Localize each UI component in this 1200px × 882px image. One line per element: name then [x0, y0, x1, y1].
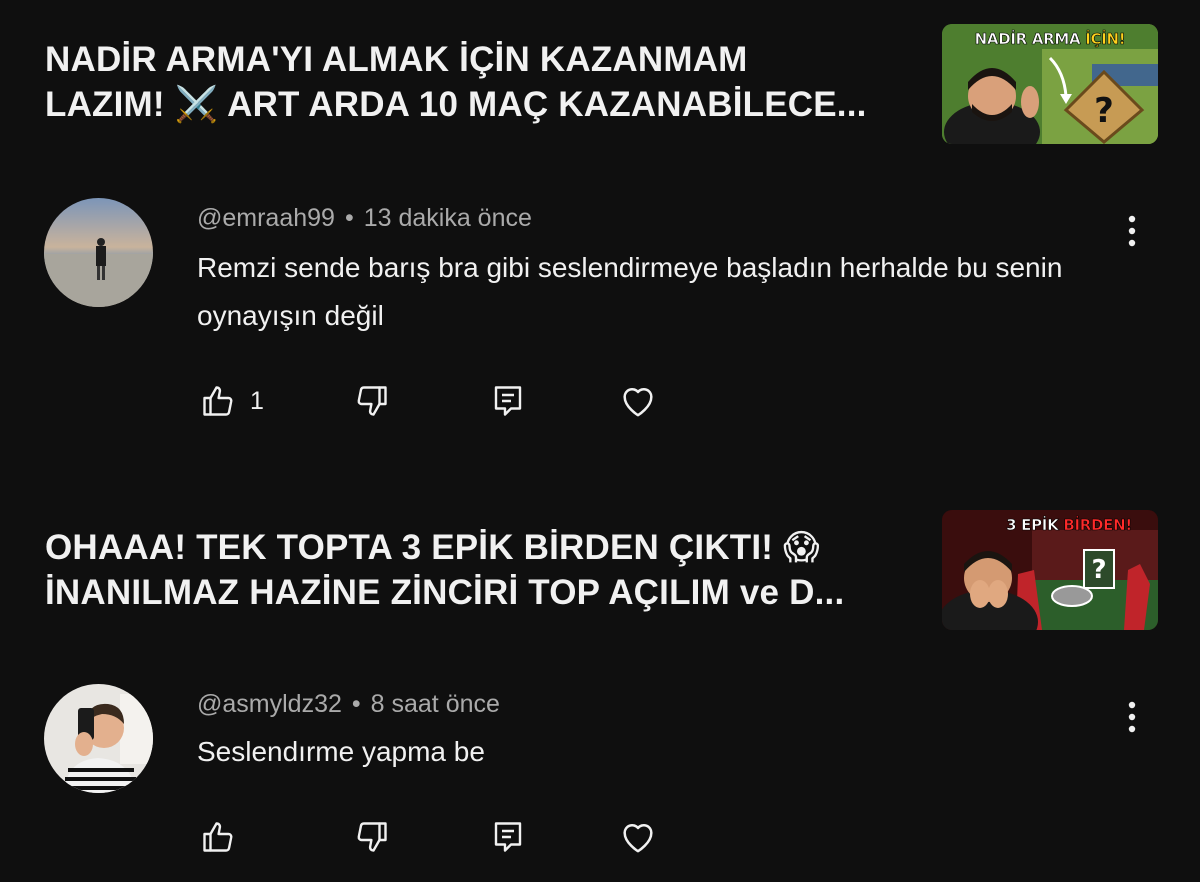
thumb-up-icon: [203, 386, 233, 416]
meta-separator: •: [351, 690, 361, 718]
comment-author[interactable]: @emraah99: [197, 204, 335, 232]
heart-button[interactable]: [616, 815, 660, 859]
like-count: 1: [250, 387, 264, 415]
comment-meta: @asmyldz32 • 8 saat önce: [197, 690, 500, 719]
heart-icon: [623, 823, 653, 853]
dislike-button[interactable]: [350, 815, 394, 859]
more-options-button[interactable]: [1116, 211, 1148, 251]
comment-time[interactable]: 8 saat önce: [371, 690, 500, 718]
thumbnail-caption-white: 3 EPİK: [1006, 516, 1059, 535]
reply-button[interactable]: [486, 815, 530, 859]
comment-time[interactable]: 13 dakika önce: [364, 204, 532, 232]
avatar-image: [44, 198, 153, 307]
avatar[interactable]: [44, 684, 153, 793]
reply-icon: [494, 386, 522, 416]
avatar[interactable]: [44, 198, 153, 307]
reply-icon: [494, 822, 522, 852]
avatar-image: [44, 684, 153, 793]
thumb-down-icon: [357, 386, 387, 416]
reply-button[interactable]: [486, 379, 530, 423]
more-vert-icon: [1128, 701, 1136, 733]
comment-text: Seslendırme yapma be: [197, 736, 485, 767]
comment-meta: @emraah99 • 13 dakika önce: [197, 204, 532, 233]
heart-button[interactable]: [616, 379, 660, 423]
video-title[interactable]: NADİR ARMA'YI ALMAK İÇİN KAZANMAM LAZIM!…: [45, 37, 915, 127]
dislike-button[interactable]: [350, 379, 394, 423]
heart-icon: [623, 387, 653, 417]
thumbnail-caption: NADİR ARMA İÇİN!: [950, 30, 1150, 49]
like-button[interactable]: [196, 379, 240, 423]
comment-author[interactable]: @asmyldz32: [197, 690, 342, 718]
meta-separator: •: [344, 204, 354, 232]
thumb-up-icon: [203, 822, 233, 852]
thumbnail-caption-red: BİRDEN!: [1063, 516, 1132, 535]
video-thumbnail[interactable]: ? 3 EPİK BİRDEN!: [942, 510, 1158, 630]
thumbnail-caption-yellow: İÇİN!: [1085, 30, 1126, 49]
thumbnail-caption: 3 EPİK BİRDEN!: [982, 516, 1156, 535]
like-button[interactable]: [196, 815, 240, 859]
svg-text:?: ?: [1091, 555, 1106, 585]
comment-text: Remzi sende barış bra gibi seslendirmeye…: [197, 252, 1063, 331]
video-title[interactable]: OHAAA! TEK TOPTA 3 EPİK BİRDEN ÇIKTI! 😱 …: [45, 525, 915, 615]
thumbnail-caption-white: NADİR ARMA: [974, 30, 1081, 49]
more-options-button[interactable]: [1116, 697, 1148, 737]
thumb-down-icon: [357, 822, 387, 852]
svg-text:?: ?: [1094, 91, 1114, 131]
video-thumbnail[interactable]: ? NADİR ARMA İÇİN!: [942, 24, 1158, 144]
more-vert-icon: [1128, 215, 1136, 247]
